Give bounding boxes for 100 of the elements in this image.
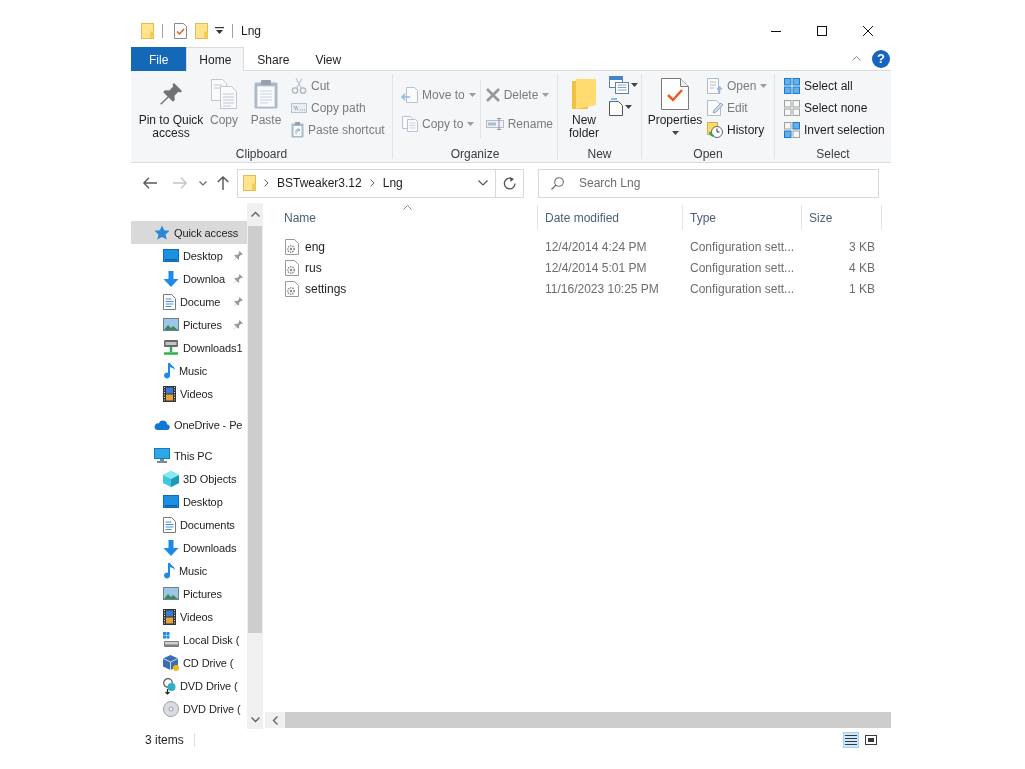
nav-item[interactable]: Videos [131,382,247,405]
download-arrow-icon [163,539,179,556]
maximize-icon[interactable] [817,26,827,36]
select-none-button[interactable]: Select none [782,97,887,119]
caret-down-icon [760,84,768,88]
nav-item[interactable]: Documents [131,513,247,536]
large-icons-view-button[interactable] [863,732,879,748]
file-row[interactable]: settings 11/16/2023 10:25 PM Configuration sett... 1 KB [277,278,882,299]
file-type: Configuration sett... [690,281,795,296]
pin-icon [233,251,243,261]
hard-drive-icon [163,632,179,647]
chevron-up-icon[interactable] [250,211,260,217]
nav-item[interactable]: Local Disk ( [131,628,247,651]
file-type: Configuration sett... [690,260,795,275]
star-icon [154,224,170,241]
vertical-scrollbar[interactable] [247,203,263,729]
minimize-icon[interactable] [771,30,781,32]
document-icon [163,293,176,310]
film-strip-icon [163,608,176,625]
network-drive-icon [163,340,179,355]
grid-icon [784,122,800,138]
nav-item[interactable]: DVD Drive ( [131,674,247,697]
search-field[interactable]: Search Lng [538,168,879,198]
properties-icon[interactable] [174,23,187,39]
list-arrow-icon [707,78,723,94]
nav-item[interactable]: Quick access [131,221,247,244]
date-modified: 12/4/2014 4:24 PM [545,239,647,254]
group-label: Select [816,146,850,161]
pushpin-icon [159,82,183,106]
scrollbar-thumb[interactable] [248,226,262,633]
disc-icon [163,700,179,717]
column-header[interactable]: Name [277,205,538,230]
ribbon-tab[interactable]: View [302,47,355,71]
chevron-left-icon[interactable] [272,715,278,725]
nav-item[interactable]: Docume [131,290,247,313]
column-header[interactable]: Date modified [538,205,683,230]
column-header[interactable]: Size [802,205,882,230]
monitor-icon [154,448,170,463]
nav-item[interactable]: Music [131,359,247,382]
file-row[interactable]: rus 12/4/2014 5:01 PM Configuration sett... 4 KB [277,257,882,278]
details-view-button[interactable] [843,732,859,748]
nav-item[interactable]: Downloa [131,267,247,290]
nav-item[interactable]: Desktop [131,490,247,513]
close-icon[interactable] [863,26,873,36]
address-field[interactable]: BSTweaker3.12 Lng [237,168,496,198]
nav-item[interactable]: Downloads [131,536,247,559]
cube-icon [163,470,179,487]
scissors-icon [291,78,307,94]
config-file-icon [285,280,299,297]
pin-to-quick-access-button[interactable]: Pin to Quick access [136,71,206,140]
refresh-button[interactable] [496,168,524,198]
new-folder-button[interactable]: New folder [563,71,605,140]
new-item-button[interactable] [607,74,640,96]
nav-item[interactable]: Videos [131,605,247,628]
help-button[interactable]: ? [872,49,890,68]
nav-item[interactable]: Desktop [131,244,247,267]
file-tab[interactable]: File [131,47,187,71]
nav-item[interactable]: CD Drive ( [131,651,247,674]
nav-item[interactable]: Pictures [131,313,247,336]
back-arrow-icon[interactable] [143,177,157,189]
chevron-up-icon[interactable] [852,56,861,61]
column-header[interactable]: Type [683,205,802,230]
history-button[interactable]: History [705,119,770,141]
nav-item[interactable]: Pictures [131,582,247,605]
customize-dropdown-icon[interactable] [215,27,224,35]
select-all-button[interactable]: Select all [782,75,887,97]
nav-item[interactable]: 3D Objects [131,467,247,490]
nav-item[interactable]: Downloads1 [131,336,247,359]
breadcrumb-segment[interactable]: BSTweaker3.12 [277,176,362,190]
folder-icon [141,23,154,39]
box-icon [163,654,179,671]
properties-button[interactable]: Properties [647,71,703,135]
grid-icon [784,100,800,116]
up-arrow-icon[interactable] [217,176,229,190]
folder-icon [243,175,256,191]
pin-icon [233,297,243,307]
invert-selection-button[interactable]: Invert selection [782,119,887,141]
chevron-down-icon[interactable] [250,716,260,722]
page-lines-icon [609,98,623,116]
nav-item[interactable]: This PC [131,444,247,467]
nav-item[interactable]: OneDrive - Pe [131,413,247,436]
date-modified: 11/16/2023 10:25 PM [545,281,659,296]
chevron-right-icon [264,179,269,187]
breadcrumb-segment[interactable]: Lng [382,176,403,190]
picture-icon [163,587,179,600]
ribbon-tab[interactable]: Home [186,47,245,71]
document-icon [163,516,176,533]
chevron-down-icon[interactable] [478,180,488,186]
film-strip-icon [163,385,176,402]
file-size: 3 KB [849,239,875,254]
chevron-down-icon[interactable] [199,180,207,186]
pin-icon [233,320,243,330]
file-name: settings [305,281,347,296]
nav-item[interactable]: DVD Drive ( [131,697,247,720]
text-cursor-icon [485,117,504,130]
nav-item[interactable]: Music [131,559,247,582]
caret-down-icon [542,92,550,97]
ribbon-tab[interactable]: Share [244,47,303,71]
file-name: rus [305,260,322,275]
file-row[interactable]: eng 12/4/2014 4:24 PM Configuration sett... 3 KB [277,236,882,257]
